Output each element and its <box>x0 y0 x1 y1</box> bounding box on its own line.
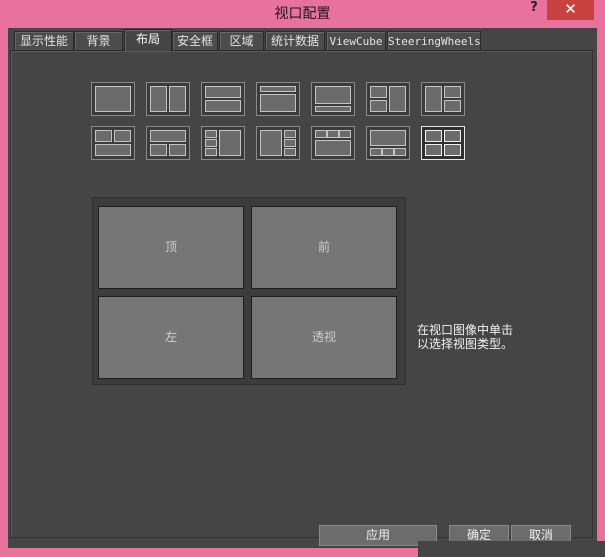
layout-thumb-2[interactable] <box>146 82 190 116</box>
layout-thumb-9[interactable] <box>146 126 190 160</box>
hint-text: 在视口图像中单击 以选择视图类型。 <box>417 323 567 351</box>
layout-panel: 顶 前 左 透视 在视口图像中单击 以选择视图类型。 应用 确定 取消 <box>10 50 593 546</box>
layout-thumb-12[interactable] <box>311 126 355 160</box>
viewport-front[interactable]: 前 <box>251 206 397 289</box>
layout-thumb-13[interactable] <box>366 126 410 160</box>
title-bar: 视口配置 ? ✕ <box>0 0 605 26</box>
window-title: 视口配置 <box>274 6 331 22</box>
tab-statistics[interactable]: 统计数据 <box>265 31 325 50</box>
layout-thumb-10[interactable] <box>201 126 245 160</box>
dialog-body: 显示性能 背景 布局 安全框 区域 统计数据 ViewCube Steering… <box>8 28 597 548</box>
layout-thumb-11[interactable] <box>256 126 300 160</box>
layout-thumb-14-selected[interactable] <box>421 126 465 160</box>
viewport-perspective[interactable]: 透视 <box>251 296 397 379</box>
layout-thumb-7[interactable] <box>421 82 465 116</box>
tab-layout[interactable]: 布局 <box>124 29 172 51</box>
help-button[interactable]: ? <box>523 0 545 18</box>
tab-regions[interactable]: 区域 <box>219 31 264 50</box>
layout-thumb-8[interactable] <box>91 126 135 160</box>
viewport-preview: 顶 前 左 透视 <box>92 197 406 385</box>
footer-strip <box>418 541 605 557</box>
tab-display-performance[interactable]: 显示性能 <box>14 31 74 50</box>
layout-thumb-6[interactable] <box>366 82 410 116</box>
hint-line-1: 在视口图像中单击 <box>417 323 514 337</box>
viewport-left[interactable]: 左 <box>98 296 244 379</box>
layout-thumb-3[interactable] <box>201 82 245 116</box>
layout-thumb-5[interactable] <box>311 82 355 116</box>
layout-thumb-4[interactable] <box>256 82 300 116</box>
tab-background[interactable]: 背景 <box>74 31 123 50</box>
layout-thumb-1[interactable] <box>91 82 135 116</box>
close-button[interactable]: ✕ <box>547 0 594 20</box>
tab-steeringwheels[interactable]: SteeringWheels <box>387 31 481 50</box>
hint-line-2: 以选择视图类型。 <box>417 337 514 351</box>
tab-safe-frames[interactable]: 安全框 <box>172 31 218 50</box>
tab-viewcube[interactable]: ViewCube <box>326 31 386 50</box>
viewport-top[interactable]: 顶 <box>98 206 244 289</box>
